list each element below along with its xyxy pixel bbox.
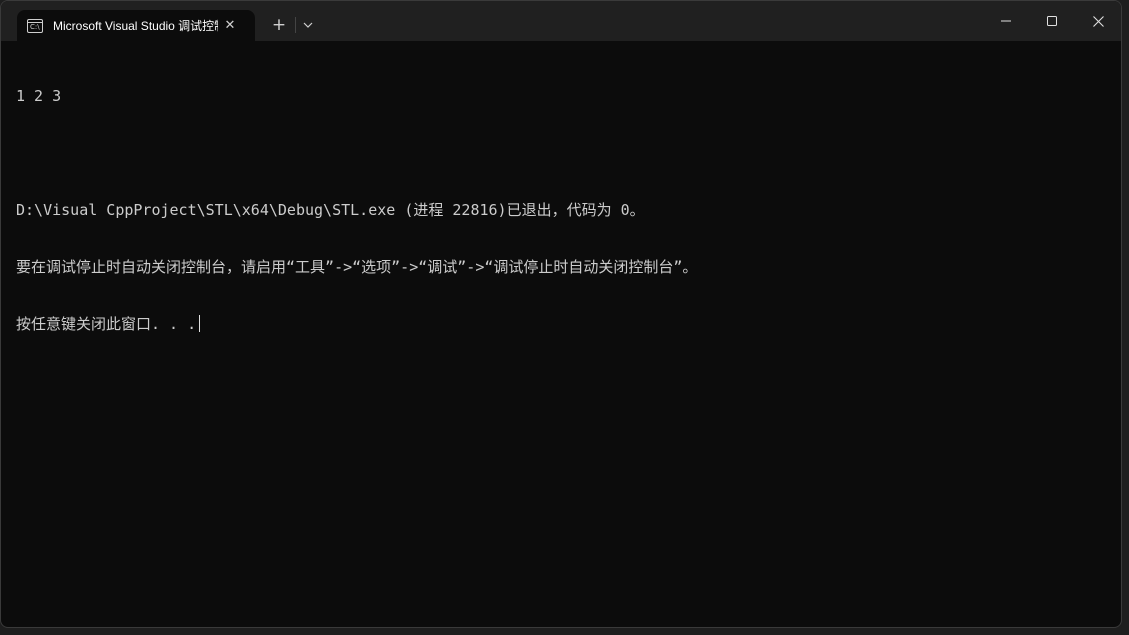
title-bar[interactable]: C:\ Microsoft Visual Studio 调试控制台 ✕ +	[1, 1, 1121, 41]
minimize-icon[interactable]	[983, 1, 1029, 41]
maximize-icon[interactable]	[1029, 1, 1075, 41]
console-line: D:\Visual CppProject\STL\x64\Debug\STL.e…	[16, 201, 645, 219]
console-line: 1 2 3	[16, 87, 62, 105]
terminal-window: C:\ Microsoft Visual Studio 调试控制台 ✕ + 1 …	[0, 0, 1122, 628]
text-cursor	[199, 315, 201, 332]
new-tab-plus-icon[interactable]: +	[265, 12, 293, 38]
chevron-down-icon[interactable]	[297, 12, 319, 38]
console-line-prompt: 按任意键关闭此窗口. . .	[16, 315, 1111, 334]
prompt-text: 按任意键关闭此窗口. . .	[16, 315, 197, 333]
console-icon: C:\	[27, 18, 43, 33]
tab-debug-console[interactable]: C:\ Microsoft Visual Studio 调试控制台 ✕	[17, 10, 255, 41]
console-output[interactable]: 1 2 3 D:\Visual CppProject\STL\x64\Debug…	[16, 49, 1111, 627]
console-line: 要在调试停止时自动关闭控制台，请启用“工具”->“选项”->“调试”->“调试停…	[16, 258, 698, 276]
tab-divider	[295, 17, 296, 33]
tab-close-icon[interactable]: ✕	[220, 16, 240, 36]
close-window-icon[interactable]	[1075, 1, 1121, 41]
tab-title: Microsoft Visual Studio 调试控制台	[53, 19, 218, 33]
